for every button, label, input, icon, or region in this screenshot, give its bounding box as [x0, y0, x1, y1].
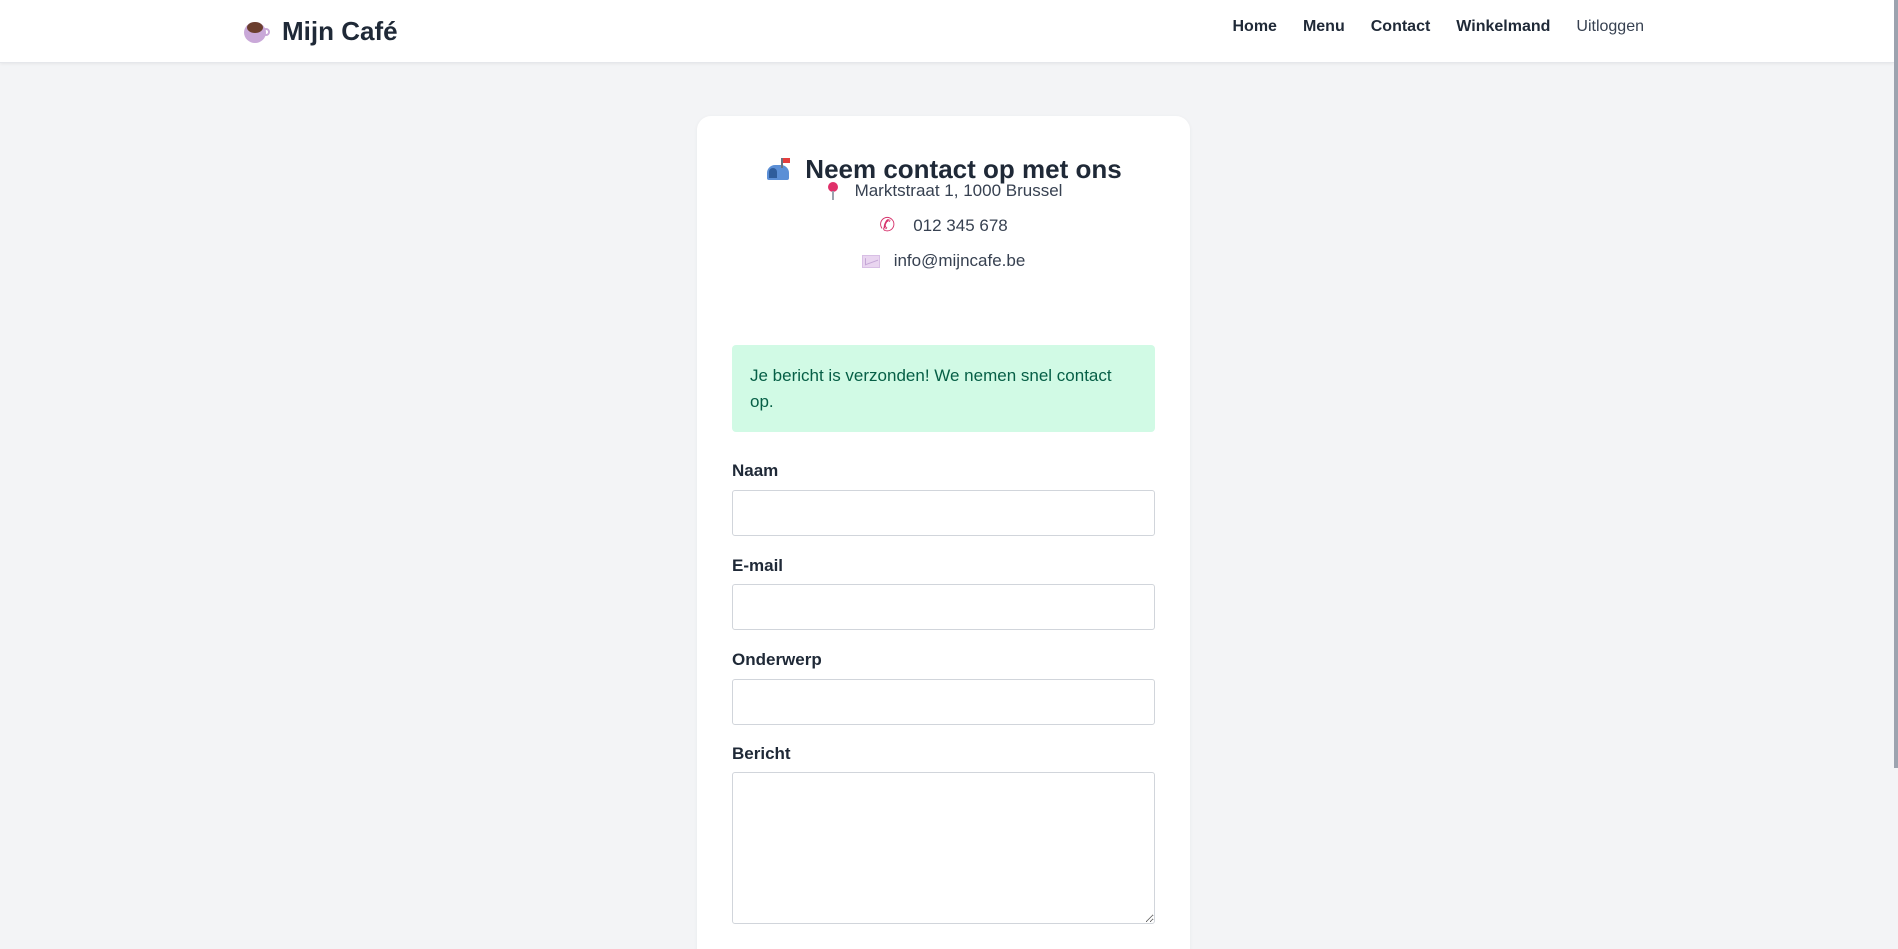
- nav-links: Home Menu Contact Winkelmand Uitloggen: [1233, 18, 1645, 36]
- email-text: info@mijncafe.be: [893, 251, 1026, 270]
- contact-card: Neem contact op met ons Marktstraat 1, 1…: [697, 116, 1190, 949]
- nav-home-link[interactable]: Home: [1233, 18, 1277, 36]
- address-line: Marktstraat 1, 1000 Brussel: [697, 178, 1190, 204]
- email-label: E-mail: [732, 556, 784, 575]
- nav-logout-link[interactable]: Uitloggen: [1576, 18, 1644, 36]
- phone-line: ✆ 012 345 678: [697, 213, 1190, 239]
- success-alert: Je bericht is verzonden! We nemen snel c…: [732, 345, 1155, 432]
- phone-icon: ✆: [879, 215, 896, 236]
- nav-menu-link[interactable]: Menu: [1303, 18, 1345, 36]
- email-line: info@mijncafe.be: [697, 248, 1190, 274]
- subject-field[interactable]: [732, 679, 1155, 725]
- message-label: Bericht: [732, 744, 791, 763]
- top-navbar: Mijn Café Home Menu Contact Winkelmand U…: [0, 0, 1894, 63]
- address-text: Marktstraat 1, 1000 Brussel: [854, 181, 1063, 200]
- page-scrollbar[interactable]: [1894, 0, 1898, 949]
- brand-logo[interactable]: Mijn Café: [242, 14, 398, 48]
- subject-label: Onderwerp: [732, 650, 822, 669]
- message-field[interactable]: [732, 772, 1155, 924]
- map-pin-icon: [825, 181, 841, 201]
- envelope-icon: [861, 254, 880, 268]
- scrollbar-thumb[interactable]: [1894, 0, 1898, 768]
- name-field[interactable]: [732, 490, 1155, 536]
- nav-contact-link[interactable]: Contact: [1371, 18, 1431, 36]
- name-label: Naam: [732, 461, 779, 480]
- nav-cart-link[interactable]: Winkelmand: [1456, 18, 1550, 36]
- email-field[interactable]: [732, 584, 1155, 630]
- coffee-cup-icon: [242, 17, 270, 45]
- brand-name: Mijn Café: [282, 15, 398, 46]
- phone-text: 012 345 678: [913, 216, 1008, 235]
